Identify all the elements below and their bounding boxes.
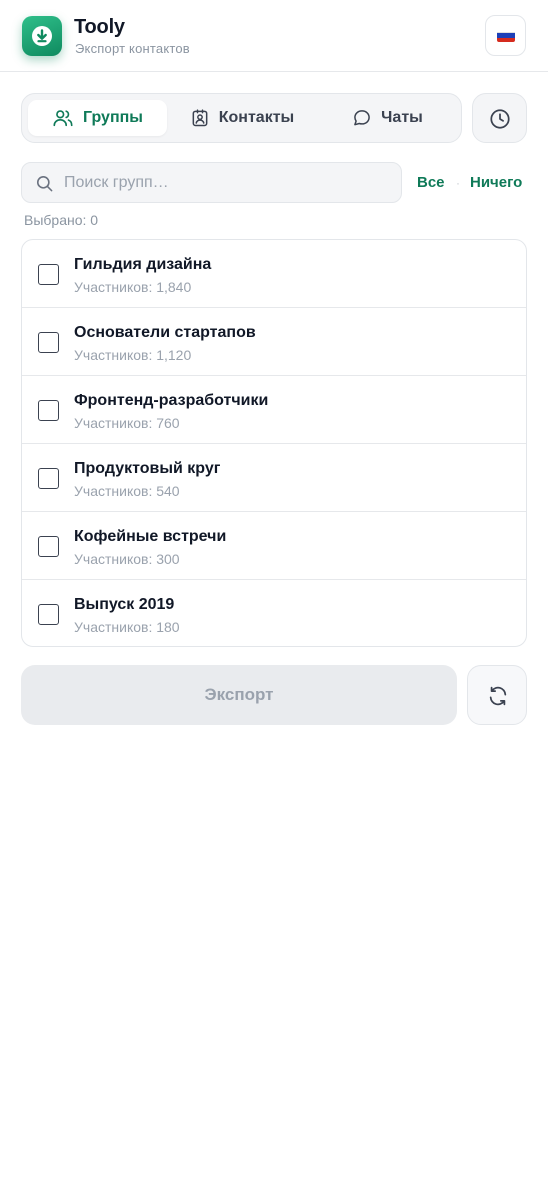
tab-chats-label: Чаты xyxy=(381,109,423,126)
list-item[interactable]: Продуктовый круг Участников: 540 xyxy=(22,444,526,512)
list-item[interactable]: Фронтенд-разработчики Участников: 760 xyxy=(22,376,526,444)
language-button[interactable] xyxy=(485,15,526,56)
group-member-count: Участников: 300 xyxy=(74,551,180,567)
separator-dot: · xyxy=(456,176,460,190)
group-checkbox[interactable] xyxy=(38,536,59,557)
list-item[interactable]: Основатели стартапов Участников: 1,120 xyxy=(22,308,526,376)
list-item[interactable]: Кофейные встречи Участников: 300 xyxy=(22,512,526,580)
group-member-count: Участников: 180 xyxy=(74,619,180,635)
contact-card-icon xyxy=(192,109,208,127)
group-member-count: Участников: 1,120 xyxy=(74,347,192,363)
select-all-button[interactable]: Все xyxy=(417,174,445,191)
download-icon xyxy=(32,26,52,46)
list-item[interactable]: Гильдия дизайна Участников: 1,840 xyxy=(22,240,526,308)
refresh-icon xyxy=(489,686,507,706)
search-field[interactable] xyxy=(21,162,402,203)
group-checkbox[interactable] xyxy=(38,332,59,353)
group-name: Фронтенд-разработчики xyxy=(74,392,269,409)
group-name: Выпуск 2019 xyxy=(74,596,175,613)
export-button[interactable]: Экспорт xyxy=(21,665,457,725)
tab-bar: Группы Контакты Чаты xyxy=(21,93,462,143)
group-member-count: Участников: 760 xyxy=(74,415,180,431)
tab-chats[interactable]: Чаты xyxy=(318,100,457,136)
tab-contacts-label: Контакты xyxy=(218,109,295,126)
group-name: Кофейные встречи xyxy=(74,528,227,545)
group-checkbox[interactable] xyxy=(38,468,59,489)
app-subtitle: Экспорт контактов xyxy=(75,41,190,56)
clock-icon xyxy=(490,109,510,129)
group-member-count: Участников: 540 xyxy=(74,483,180,499)
russia-flag-icon xyxy=(497,29,515,42)
group-list: Гильдия дизайна Участников: 1,840 Основа… xyxy=(21,239,527,647)
chat-bubble-icon xyxy=(354,110,371,126)
tab-groups[interactable]: Группы xyxy=(28,100,167,136)
select-none-button[interactable]: Ничего xyxy=(470,174,522,191)
tab-groups-label: Группы xyxy=(83,109,143,126)
list-item[interactable]: Выпуск 2019 Участников: 180 xyxy=(22,580,526,646)
group-name: Основатели стартапов xyxy=(74,324,256,341)
search-input[interactable] xyxy=(64,163,394,202)
group-checkbox[interactable] xyxy=(38,264,59,285)
group-member-count: Участников: 1,840 xyxy=(74,279,192,295)
users-icon xyxy=(53,110,73,127)
selected-count: Выбрано: 0 xyxy=(24,212,99,228)
group-name: Гильдия дизайна xyxy=(74,256,212,273)
tab-contacts[interactable]: Контакты xyxy=(172,100,312,136)
history-button[interactable] xyxy=(472,93,527,143)
app-title: Tooly xyxy=(74,16,125,38)
group-name: Продуктовый круг xyxy=(74,460,221,477)
group-checkbox[interactable] xyxy=(38,604,59,625)
refresh-button[interactable] xyxy=(467,665,527,725)
app-logo xyxy=(22,16,62,56)
search-icon xyxy=(36,175,53,192)
app-header: Tooly Экспорт контактов xyxy=(0,0,548,72)
group-checkbox[interactable] xyxy=(38,400,59,421)
